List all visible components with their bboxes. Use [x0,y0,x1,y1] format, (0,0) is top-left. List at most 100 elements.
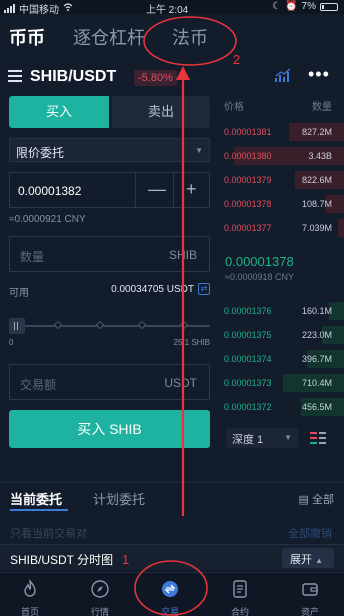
depth-bar [338,219,344,237]
price-cny: ≈0.0000921 CNY [9,214,86,225]
order-price: 0.00001374 [224,354,272,364]
order-price: 0.00001379 [224,175,272,185]
order-qty: 456.5M [301,402,332,412]
available-value: 0.00034705 USDT [111,284,194,295]
contract-icon [230,579,250,599]
wifi-icon [63,3,73,14]
annotation-label-1: 1 [122,552,130,567]
caret-down-icon: ▼ [284,433,292,442]
ask-row[interactable]: 0.00001379 822.6M [222,171,344,189]
order-price: 0.00001376 [224,306,272,316]
all-orders-label: 全部 [312,494,334,506]
order-qty: 7.039M [301,223,332,233]
minus-button[interactable]: — [148,179,166,200]
last-price-cny: ≈0.0000918 CNY [225,272,294,282]
tab-isolated-margin[interactable]: 逐仓杠杆 [73,24,145,50]
transfer-icon[interactable]: ⇄ [198,283,210,295]
bid-row[interactable]: 0.00001375 223.0M [222,326,344,344]
ask-row[interactable]: 0.00001377 7.039M [222,219,344,237]
bid-row[interactable]: 0.00001373 710.4M [222,374,344,392]
buy-submit-button[interactable]: 买入 SHIB [9,410,210,448]
trade-panel: 买入 卖出 限价委托 ▼ 0.00001382 — + ≈0.0000921 C… [0,96,218,526]
bottom-nav: 首页 行情 交易 合约 资产 [0,572,344,616]
more-icon[interactable]: ••• [308,64,330,85]
expand-label: 展开 [290,554,312,566]
tab-plan-orders[interactable]: 计划委托 [93,489,145,508]
nav-trade[interactable]: 交易 [140,573,200,616]
caret-up-icon: ▲ [315,556,323,565]
document-icon: ▤ [298,494,309,506]
order-type-select[interactable]: 限价委托 ▼ [9,138,210,162]
nav-home[interactable]: 首页 [0,573,60,616]
tab-spot[interactable]: 币币 [9,24,45,50]
menu-icon[interactable] [8,70,22,85]
pair-name[interactable]: SHIB/USDT [30,68,116,86]
all-orders-link[interactable]: ▤ 全部 [299,491,334,507]
plus-button[interactable]: + [186,179,197,200]
tab-fiat[interactable]: 法币 [172,24,208,50]
book-header-qty: 数量 [312,102,332,113]
pair-bar: SHIB/USDT -5.80% ••• [0,62,344,92]
ask-row[interactable]: 0.00001380 3.43B [222,147,344,165]
slider-max-label: 25.1 SHIB [173,338,210,347]
flame-icon [20,578,40,599]
bid-row[interactable]: 0.00001376 160.1M [222,302,344,320]
pair-change-badge: -5.80% [134,70,177,86]
amount-input[interactable]: 数量 SHIB [9,236,210,272]
slider-handle[interactable] [9,318,25,334]
nav-assets-label: 资产 [300,607,319,616]
order-qty: 822.6M [301,175,332,185]
bid-row[interactable]: 0.00001372 456.5M [222,398,344,416]
battery-percent: 7% [301,1,316,12]
nav-home-label: 首页 [20,607,39,616]
ask-row[interactable]: 0.00001381 827.2M [222,123,344,141]
nav-markets-label: 行情 [90,607,109,616]
current-pair-only-toggle[interactable]: 只看当前交易对 [10,525,87,541]
nav-contract[interactable]: 合约 [210,573,270,616]
nav-trade-label: 交易 [160,607,179,616]
available-label: 可用 [9,288,29,299]
signal-icon [4,4,15,13]
order-price: 0.00001378 [224,199,272,209]
order-price: 0.00001373 [224,378,272,388]
cancel-all-button[interactable]: 全部撤销 [288,525,332,541]
alarm-icon: ⏰ [285,1,298,12]
total-placeholder: 交易额 [20,378,57,392]
orders-section: 当前委托 计划委托 ▤ 全部 只看当前交易对 全部撤销 [0,482,344,542]
book-header-price: 价格 [224,102,244,113]
price-input[interactable]: 0.00001382 — + [9,172,210,208]
nav-assets[interactable]: 资产 [280,573,340,616]
total-unit: USDT [164,376,197,390]
order-qty: 3.43B [308,151,332,161]
sell-tab[interactable]: 卖出 [112,96,210,128]
nav-markets[interactable]: 行情 [70,573,130,616]
nav-contract-label: 合约 [230,607,249,616]
trade-icon [160,579,180,599]
amount-unit: SHIB [168,248,197,262]
depth-select[interactable]: 深度 1 ▼ [226,428,298,448]
bid-row[interactable]: 0.00001374 396.7M [222,350,344,368]
order-price: 0.00001375 [224,330,272,340]
order-price: 0.00001380 [224,151,272,161]
ask-row[interactable]: 0.00001378 108.7M [222,195,344,213]
order-qty: 827.2M [301,127,332,137]
last-price: 0.00001378 [225,254,294,269]
order-qty: 160.1M [301,306,332,316]
expand-button[interactable]: 展开 ▲ [282,548,334,568]
order-price: 0.00001372 [224,402,272,412]
chart-icon[interactable] [274,68,292,89]
total-input[interactable]: 交易额 USDT [9,364,210,400]
available-balance: 可用 0.00034705 USDT ⇄ [9,283,210,299]
buy-tab[interactable]: 买入 [9,96,109,128]
price-value: 0.00001382 [18,184,82,198]
amount-slider[interactable]: 0 25.1 SHIB [9,312,210,348]
tab-current-orders[interactable]: 当前委托 [10,489,62,508]
order-type-label: 限价委托 [16,146,65,160]
order-book: 价格 数量 0.00001381 827.2M 0.00001380 3.43B 0.0… [222,96,344,526]
amount-placeholder: 数量 [20,250,45,264]
book-layout-icon[interactable] [310,429,328,447]
chart-title: SHIB/USDT 分时图 [10,553,114,567]
moon-icon: ☾ [272,1,282,12]
battery-icon [320,2,338,11]
order-qty: 223.0M [301,330,332,340]
